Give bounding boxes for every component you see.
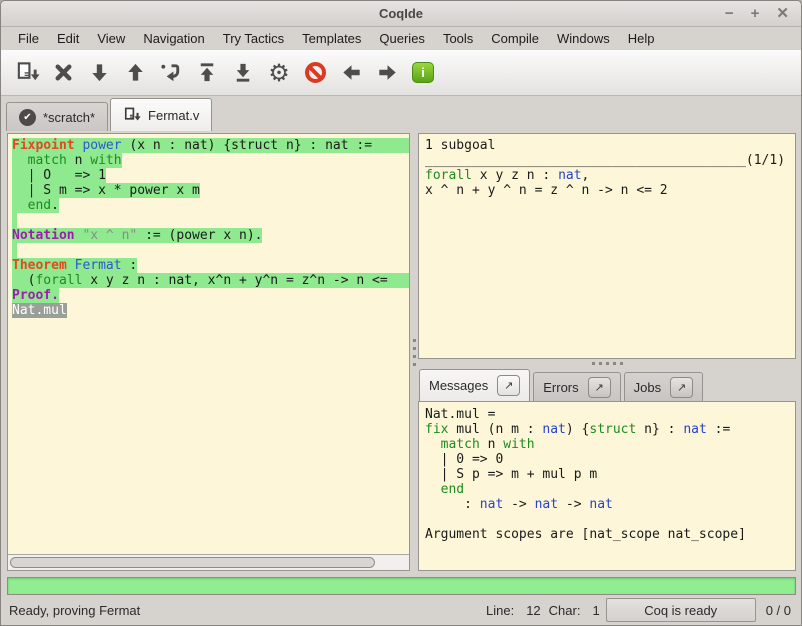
toolbar: ⚙ i (1, 50, 801, 96)
splitter-grip-icon (413, 339, 416, 366)
gear-icon: ⚙ (268, 61, 290, 85)
backward-one-button[interactable] (117, 56, 153, 90)
detach-icon: ↗ (504, 379, 513, 392)
char-value: 1 (592, 603, 599, 618)
menu-view[interactable]: View (88, 29, 134, 48)
save-button[interactable] (9, 56, 45, 90)
right-column: 1 subgoal_______________________________… (418, 133, 796, 571)
menu-templates[interactable]: Templates (293, 29, 370, 48)
job-counter: 0 / 0 (766, 603, 791, 618)
close-icon[interactable]: ✕ (776, 6, 789, 21)
document-tabbar: ✔ *scratch* Fermat.v (1, 96, 801, 131)
horizontal-scrollbar[interactable] (8, 554, 409, 570)
maximize-icon[interactable]: + (751, 6, 760, 21)
close-doc-icon (51, 60, 76, 85)
vertical-splitter[interactable] (410, 133, 418, 571)
right-arrow-icon (375, 60, 400, 85)
up-arrow-icon (123, 60, 148, 85)
titlebar: CoqIde − + ✕ (1, 1, 801, 27)
script-pane: Fixpoint power (x n : nat) {struct n} : … (7, 133, 410, 571)
interrupt-button[interactable] (297, 56, 333, 90)
menu-queries[interactable]: Queries (370, 29, 434, 48)
save-icon (15, 60, 40, 85)
tab-scratch-label: *scratch* (43, 110, 95, 125)
forward-one-button[interactable] (81, 56, 117, 90)
menubar: File Edit View Navigation Try Tactics Te… (1, 27, 801, 50)
tab-fermat-label: Fermat.v (148, 108, 199, 123)
close-doc-button[interactable] (45, 56, 81, 90)
arrow-to-top-icon (195, 60, 220, 85)
line-value: 12 (526, 603, 540, 618)
next-button[interactable] (369, 56, 405, 90)
detach-icon: ↗ (677, 381, 686, 394)
arrow-to-bottom-icon (231, 60, 256, 85)
char-label: Char: (549, 603, 581, 618)
menu-compile[interactable]: Compile (482, 29, 548, 48)
menu-try-tactics[interactable]: Try Tactics (214, 29, 293, 48)
coqide-window: CoqIde − + ✕ File Edit View Navigation T… (0, 0, 802, 626)
script-editor[interactable]: Fixpoint power (x n : nat) {struct n} : … (8, 134, 409, 554)
coq-status-indicator: Coq is ready (606, 598, 756, 622)
window-title: CoqIde (379, 6, 423, 21)
detach-button[interactable]: ↗ (497, 375, 520, 396)
tab-messages-label: Messages (429, 378, 488, 393)
down-arrow-icon (87, 60, 112, 85)
interrupt-icon (305, 62, 326, 83)
info-bubble-icon: i (412, 62, 434, 83)
status-bar: Ready, proving Fermat Line: 12 Char: 1 C… (1, 595, 801, 625)
left-arrow-icon (339, 60, 364, 85)
detach-icon: ↗ (595, 381, 604, 394)
main-area: Fixpoint power (x n : nat) {struct n} : … (1, 131, 801, 573)
menu-navigation[interactable]: Navigation (134, 29, 213, 48)
tab-scratch[interactable]: ✔ *scratch* (6, 102, 108, 131)
coq-status-text: Coq is ready (644, 603, 717, 618)
messages-notebook: Messages ↗ Errors ↗ Jobs ↗ Nat.mul =fix … (418, 368, 796, 571)
messages-content[interactable]: Nat.mul =fix mul (n m : nat) {struct n} … (418, 401, 796, 571)
settings-button[interactable]: ⚙ (261, 56, 297, 90)
about-button[interactable]: i (405, 56, 441, 90)
tab-errors[interactable]: Errors ↗ (533, 372, 620, 401)
go-to-cursor-icon (159, 60, 184, 85)
tab-errors-label: Errors (543, 380, 578, 395)
tab-jobs-label: Jobs (634, 380, 661, 395)
line-label: Line: (486, 603, 514, 618)
detach-button[interactable]: ↗ (588, 377, 611, 398)
detach-button[interactable]: ↗ (670, 377, 693, 398)
previous-button[interactable] (333, 56, 369, 90)
tab-jobs[interactable]: Jobs ↗ (624, 372, 703, 401)
menu-file[interactable]: File (9, 29, 48, 48)
progress-bar (7, 577, 796, 595)
go-to-end-button[interactable] (225, 56, 261, 90)
tab-fermat[interactable]: Fermat.v (110, 98, 212, 131)
window-controls: − + ✕ (725, 1, 789, 26)
menu-tools[interactable]: Tools (434, 29, 482, 48)
menu-help[interactable]: Help (619, 29, 664, 48)
horizontal-splitter[interactable] (418, 359, 796, 368)
save-icon (123, 106, 141, 124)
goal-pane[interactable]: 1 subgoal_______________________________… (418, 133, 796, 359)
menu-windows[interactable]: Windows (548, 29, 619, 48)
check-circle-icon: ✔ (19, 109, 36, 126)
go-to-start-button[interactable] (189, 56, 225, 90)
splitter-grip-icon (592, 362, 623, 365)
menu-edit[interactable]: Edit (48, 29, 88, 48)
minimize-icon[interactable]: − (725, 6, 734, 21)
status-message: Ready, proving Fermat (9, 603, 140, 618)
messages-tabbar: Messages ↗ Errors ↗ Jobs ↗ (418, 368, 796, 401)
tab-messages[interactable]: Messages ↗ (419, 369, 530, 401)
scrollbar-thumb[interactable] (10, 557, 375, 568)
go-to-cursor-button[interactable] (153, 56, 189, 90)
